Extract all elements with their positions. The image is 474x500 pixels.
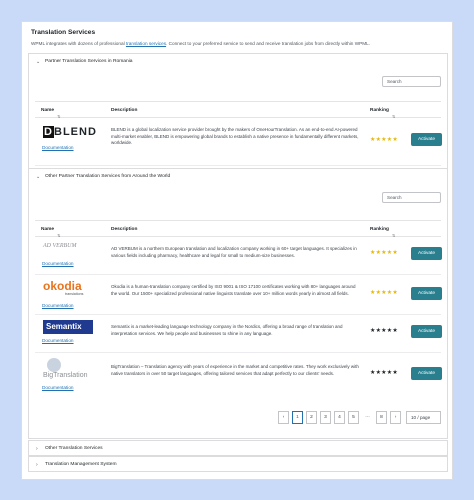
documentation-link[interactable]: Documentation [42, 338, 74, 343]
bigtranslation-logo: BigTranslation [43, 358, 88, 379]
per-page-select[interactable]: 10 / page [406, 411, 441, 424]
documentation-link[interactable]: Documentation [42, 303, 74, 308]
section-other-translation-services[interactable]: › Other Translation Services [28, 440, 448, 456]
page-4-button[interactable]: 4 [334, 411, 345, 424]
activate-button[interactable]: Activate [411, 367, 442, 380]
ranking-stars: ★★★★★ [370, 328, 398, 334]
column-description: Description [111, 227, 138, 232]
okodia-logo: okodia translations [43, 279, 84, 296]
section-header-partner-romania[interactable]: ⌄ Partner Translation Services in Romani… [29, 54, 447, 69]
page-2-button[interactable]: 2 [306, 411, 317, 424]
page-title: Translation Services [31, 29, 96, 36]
next-page-button[interactable]: › [390, 411, 401, 424]
column-description: Description [111, 108, 138, 113]
ad-verbum-logo: AD VERBUM [43, 243, 77, 249]
column-ranking[interactable]: Ranking ⇅ [370, 227, 395, 238]
table-row: okodia translations Documentation Okodia… [35, 275, 442, 315]
column-name[interactable]: Name ⇅ [41, 227, 60, 238]
documentation-link[interactable]: Documentation [42, 145, 74, 150]
ranking-stars: ★★★★★ [370, 370, 398, 376]
ranking-stars: ★★★★★ [370, 250, 398, 256]
service-description: Okodia is a human-translation company ce… [111, 284, 356, 296]
page-8-button[interactable]: 8 [376, 411, 387, 424]
activate-button[interactable]: Activate [411, 325, 442, 338]
prev-page-button[interactable]: ‹ [278, 411, 289, 424]
service-description: Semantix is a market-leading language te… [111, 324, 343, 336]
table-row: DBLEND Documentation BLEND is a global l… [35, 118, 442, 166]
page-3-button[interactable]: 3 [320, 411, 331, 424]
chevron-down-icon: ⌄ [36, 58, 41, 65]
service-description: AD VERBUM is a northern European transla… [111, 246, 357, 258]
semantix-logo: Semantix [43, 320, 93, 334]
activate-button[interactable]: Activate [411, 133, 442, 146]
column-name[interactable]: Name ⇅ [41, 108, 60, 119]
table-header: Name ⇅ Description Ranking ⇅ [35, 101, 441, 119]
ranking-stars: ★★★★★ [370, 290, 398, 296]
ranking-stars: ★★★★★ [370, 137, 398, 143]
translation-services-panel: Translation Services WPML integrates wit… [21, 21, 453, 480]
service-description: BigTranslation – Translation agency with… [111, 364, 359, 376]
section-translation-management-system[interactable]: › Translation Management System [28, 456, 448, 472]
pagination: ‹ 1 2 3 4 5 … 8 › 10 / page [22, 411, 452, 424]
search-input-romania[interactable]: Search [382, 76, 441, 87]
table-row: AD VERBUM Documentation AD VERBUM is a n… [35, 237, 442, 275]
activate-button[interactable]: Activate [411, 287, 442, 300]
table-row: Semantix Documentation Semantix is a mar… [35, 315, 442, 353]
table-row: BigTranslation Documentation BigTranslat… [35, 353, 442, 401]
page-1-button[interactable]: 1 [292, 411, 303, 424]
section-partner-romania: ⌄ Partner Translation Services in Romani… [28, 53, 448, 186]
page-5-button[interactable]: 5 [348, 411, 359, 424]
section-header-partner-world[interactable]: ⌄ Other Partner Translation Services fro… [29, 169, 447, 184]
bigtranslation-mark-icon [47, 358, 61, 372]
table-header: Name ⇅ Description Ranking ⇅ [35, 220, 441, 238]
intro-text: WPML integrates with dozens of professio… [31, 41, 371, 46]
section-partner-world: ⌄ Other Partner Translation Services fro… [28, 168, 448, 439]
translation-services-link[interactable]: translation services [126, 41, 166, 46]
chevron-right-icon: › [36, 445, 38, 452]
blend-logo: DBLEND [43, 126, 97, 138]
chevron-down-icon: ⌄ [36, 173, 41, 180]
activate-button[interactable]: Activate [411, 247, 442, 260]
search-input-world[interactable]: Search [382, 192, 441, 203]
chevron-right-icon: › [36, 461, 38, 468]
pagination-ellipsis: … [362, 411, 373, 424]
service-description: BLEND is a global localization service p… [111, 127, 359, 146]
documentation-link[interactable]: Documentation [42, 385, 74, 390]
column-ranking[interactable]: Ranking ⇅ [370, 108, 395, 119]
documentation-link[interactable]: Documentation [42, 261, 74, 266]
